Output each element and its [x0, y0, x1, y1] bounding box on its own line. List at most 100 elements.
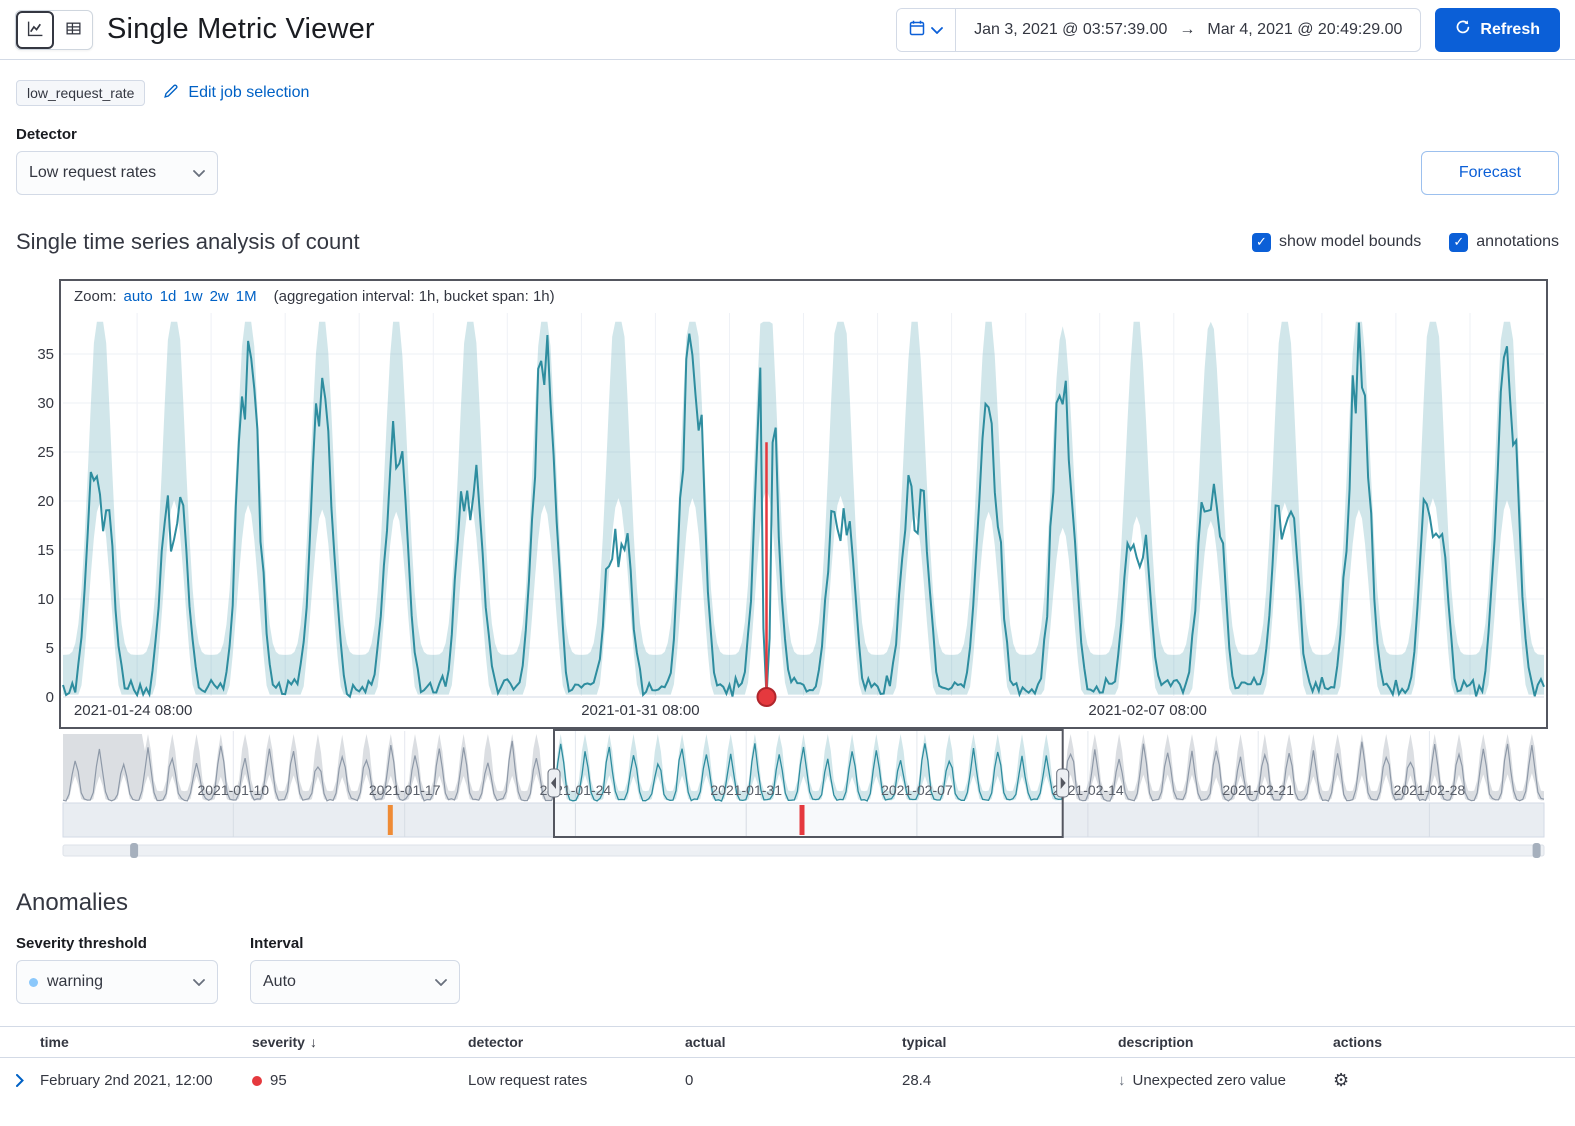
context-date-label: 2021-02-28 — [1394, 782, 1466, 798]
interval-select[interactable]: Auto — [250, 960, 460, 1004]
interval-selected-value: Auto — [263, 973, 296, 991]
severity-dot-icon — [252, 1076, 262, 1086]
header: Single Metric Viewer Jan 3, 2021 @ 03:57… — [0, 0, 1575, 60]
aggregation-info: (aggregation interval: 1h, bucket span: … — [274, 288, 555, 305]
anomaly-description: ↓ Unexpected zero value — [1118, 1072, 1333, 1089]
zoom-2w-link[interactable]: 2w — [210, 288, 229, 305]
date-range-display: Jan 3, 2021 @ 03:57:39.00 → Mar 4, 2021 … — [956, 9, 1420, 51]
edit-job-selection-link[interactable]: Edit job selection — [163, 82, 309, 104]
chevron-down-icon — [193, 979, 205, 986]
row-actions-button[interactable]: ⚙ — [1333, 1070, 1349, 1091]
chevron-down-icon — [435, 979, 447, 986]
x-axis-tick-label: 2021-01-31 08:00 — [581, 702, 699, 719]
series-header: Single time series analysis of count ✓ s… — [0, 195, 1575, 255]
show-model-bounds-checkbox[interactable]: ✓ show model bounds — [1252, 233, 1421, 252]
end-date-button[interactable]: Mar 4, 2021 @ 20:49:29.00 — [1207, 21, 1402, 39]
table-view-button[interactable] — [54, 11, 92, 49]
y-axis-tick-label: 10 — [37, 591, 54, 608]
forecast-button[interactable]: Forecast — [1421, 151, 1559, 195]
y-axis-tick-label: 35 — [37, 346, 54, 363]
anomaly-typical: 28.4 — [902, 1072, 1118, 1089]
context-date-label: 2021-02-07 — [881, 782, 953, 798]
context-date-label: 2021-01-17 — [369, 782, 441, 798]
context-date-label: 2021-01-31 — [710, 782, 782, 798]
pencil-icon — [163, 82, 180, 104]
zoom-label: Zoom: — [74, 288, 117, 305]
line-chart-icon — [27, 20, 44, 40]
x-axis-tick-label: 2021-02-07 08:00 — [1088, 702, 1206, 719]
range-arrow-icon: → — [1179, 21, 1195, 39]
scrollbar-handle[interactable] — [1533, 843, 1541, 858]
y-axis-tick-label: 5 — [46, 640, 54, 657]
chart-options: ✓ show model bounds ✓ annotations — [1252, 233, 1559, 252]
col-detector[interactable]: detector — [468, 1034, 685, 1050]
chart-area: Zoom: auto 1d 1w 2w 1M (aggregation inte… — [16, 279, 1559, 861]
anomaly-actual: 0 — [685, 1072, 902, 1089]
y-axis-tick-label: 30 — [37, 395, 54, 412]
job-badge: low_request_rate — [16, 80, 145, 106]
checkbox-checked-icon: ✓ — [1252, 233, 1271, 252]
severity-score: 95 — [270, 1072, 287, 1089]
timeseries-chart[interactable]: 051015202530352021-01-24 08:002021-01-31… — [16, 279, 1559, 861]
chevron-right-icon — [16, 1074, 24, 1087]
table-icon — [65, 20, 82, 40]
scrollbar-handle[interactable] — [130, 843, 138, 858]
col-severity[interactable]: severity ↓ — [252, 1034, 468, 1050]
interval-label: Interval — [250, 935, 460, 952]
zoom-1d-link[interactable]: 1d — [160, 288, 177, 305]
start-date-button[interactable]: Jan 3, 2021 @ 03:57:39.00 — [974, 21, 1167, 39]
range-scrollbar[interactable] — [63, 845, 1544, 856]
zoom-auto-link[interactable]: auto — [124, 288, 153, 305]
table-header-row: time severity ↓ detector actual typical … — [0, 1026, 1575, 1058]
job-selection-row: low_request_rate Edit job selection — [0, 60, 1575, 106]
series-title: Single time series analysis of count — [16, 229, 360, 255]
view-toggle-group — [15, 10, 93, 50]
anomaly-detector: Low request rates — [468, 1072, 685, 1089]
y-axis-tick-label: 25 — [37, 444, 54, 461]
edit-link-label: Edit job selection — [188, 84, 309, 102]
severity-threshold-label: Severity threshold — [16, 935, 218, 952]
anomaly-filters: Severity threshold warning Interval Auto — [0, 917, 1575, 1004]
sort-desc-icon: ↓ — [310, 1034, 317, 1050]
anomaly-time: February 2nd 2021, 12:00 — [40, 1072, 252, 1089]
zoom-1w-link[interactable]: 1w — [183, 288, 202, 305]
zoom-1M-link[interactable]: 1M — [236, 288, 257, 305]
chevron-down-icon — [931, 22, 943, 37]
swimlane-anomaly-tick[interactable] — [800, 805, 805, 835]
anomaly-severity: 95 — [252, 1072, 468, 1089]
col-severity-label: severity — [252, 1034, 305, 1050]
anomaly-row: February 2nd 2021, 12:00 95 Low request … — [0, 1058, 1575, 1103]
page-title: Single Metric Viewer — [107, 13, 375, 46]
calendar-icon — [909, 20, 925, 39]
y-axis-tick-label: 0 — [46, 689, 54, 706]
checkbox-label: annotations — [1476, 233, 1559, 251]
chart-view-button[interactable] — [16, 11, 54, 49]
refresh-icon — [1455, 19, 1471, 40]
context-date-label: 2021-01-10 — [197, 782, 269, 798]
single-metric-viewer-page: Single Metric Viewer Jan 3, 2021 @ 03:57… — [0, 0, 1575, 1103]
x-axis-tick-label: 2021-01-24 08:00 — [74, 702, 192, 719]
quick-select-button[interactable] — [897, 9, 956, 51]
detector-select[interactable]: Low request rates — [16, 151, 218, 195]
y-axis-tick-label: 20 — [37, 493, 54, 510]
checkbox-checked-icon: ✓ — [1449, 233, 1468, 252]
context-date-label: 2021-02-21 — [1222, 782, 1294, 798]
severity-selected-value: warning — [47, 973, 103, 991]
detector-selected-value: Low request rates — [29, 164, 156, 182]
col-actual[interactable]: actual — [685, 1034, 902, 1050]
arrow-down-icon: ↓ — [1118, 1072, 1126, 1089]
expand-row-button[interactable] — [0, 1074, 40, 1087]
swimlane-anomaly-tick[interactable] — [388, 805, 393, 835]
anomaly-marker[interactable] — [758, 688, 776, 706]
annotations-checkbox[interactable]: ✓ annotations — [1449, 233, 1559, 252]
severity-threshold-select[interactable]: warning — [16, 960, 218, 1004]
interval-filter: Interval Auto — [250, 935, 460, 1004]
detector-label: Detector — [16, 126, 1559, 143]
detector-block: Detector Low request rates Forecast — [0, 106, 1575, 195]
col-description[interactable]: description — [1118, 1034, 1333, 1050]
col-typical[interactable]: typical — [902, 1034, 1118, 1050]
refresh-button[interactable]: Refresh — [1435, 8, 1560, 52]
severity-filter: Severity threshold warning — [16, 935, 218, 1004]
col-time[interactable]: time — [40, 1034, 252, 1050]
anomalies-heading: Anomalies — [0, 861, 1575, 917]
